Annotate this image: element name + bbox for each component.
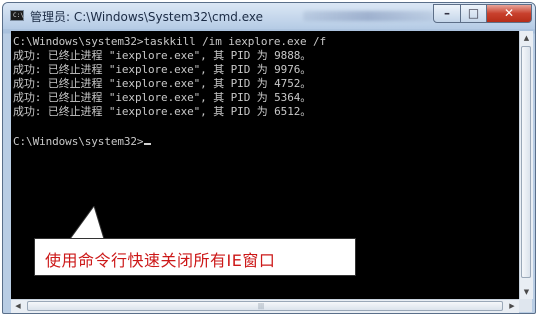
scrollbar-corner: [519, 299, 532, 312]
console-line-result-2: 成功: 已终止进程 "iexplore.exe", 其 PID 为 9976。: [13, 63, 312, 76]
vertical-scrollbar[interactable]: ▲ ▼: [519, 31, 533, 299]
title-glass-reflection: [303, 11, 433, 21]
console-prompt-line[interactable]: C:\Windows\system32>: [13, 135, 152, 149]
console-line-command: C:\Windows\system32>taskkill /im iexplor…: [13, 35, 327, 48]
title-bar[interactable]: C:\ 管理员: C:\Windows\System32\cmd.exe – □…: [3, 3, 535, 29]
callout-pointer: [69, 206, 105, 240]
scroll-up-arrow-icon[interactable]: ▲: [520, 31, 533, 45]
close-button[interactable]: ✕: [486, 4, 532, 23]
horizontal-scrollbar[interactable]: ◀ ||| ▶: [11, 299, 519, 313]
horizontal-scroll-thumb[interactable]: |||: [27, 301, 503, 311]
vertical-scroll-thumb[interactable]: [521, 46, 531, 278]
console-prompt: C:\Windows\system32>: [13, 135, 144, 148]
console-line-result-4: 成功: 已终止进程 "iexplore.exe", 其 PID 为 5364。: [13, 91, 312, 104]
annotation-callout: 使用命令行快速关闭所有IE窗口: [34, 238, 356, 276]
scroll-grip-icon: |||: [258, 303, 265, 310]
window-title: 管理员: C:\Windows\System32\cmd.exe: [30, 10, 263, 24]
scroll-left-arrow-icon[interactable]: ◀: [11, 300, 25, 313]
text-cursor: [144, 143, 152, 145]
cmd-app-icon[interactable]: C:\: [10, 10, 24, 21]
console-line-result-1: 成功: 已终止进程 "iexplore.exe", 其 PID 为 9888。: [13, 49, 312, 62]
cmd-app-icon-text: C:\: [13, 12, 24, 19]
scroll-right-arrow-icon[interactable]: ▶: [505, 300, 519, 313]
scroll-down-arrow-icon[interactable]: ▼: [520, 285, 533, 299]
console-line-result-5: 成功: 已终止进程 "iexplore.exe", 其 PID 为 6512。: [13, 105, 312, 118]
minimize-button[interactable]: –: [433, 4, 461, 23]
annotation-text: 使用命令行快速关闭所有IE窗口: [45, 251, 276, 270]
console-line-result-3: 成功: 已终止进程 "iexplore.exe", 其 PID 为 4752。: [13, 77, 312, 90]
maximize-button[interactable]: □: [460, 4, 487, 23]
